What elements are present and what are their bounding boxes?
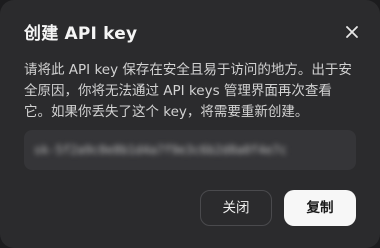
api-key-value[interactable]: sk-5f2a9c0e8b1d4a7f9e3c6b2d8a0f4e7c [34, 141, 330, 159]
dialog-title: 创建 API key [24, 24, 138, 44]
api-key-field[interactable]: sk-5f2a9c0e8b1d4a7f9e3c6b2d8a0f4e7c [24, 130, 356, 170]
copy-button[interactable]: 复制 [284, 190, 356, 226]
close-icon[interactable] [344, 24, 360, 40]
create-api-key-dialog: 创建 API key 请将此 API key 保存在安全且易于访问的地方。出于安… [0, 0, 380, 248]
close-button[interactable]: 关闭 [200, 190, 272, 226]
dialog-description: 请将此 API key 保存在安全且易于访问的地方。出于安全原因，你将无法通过 … [24, 62, 352, 120]
